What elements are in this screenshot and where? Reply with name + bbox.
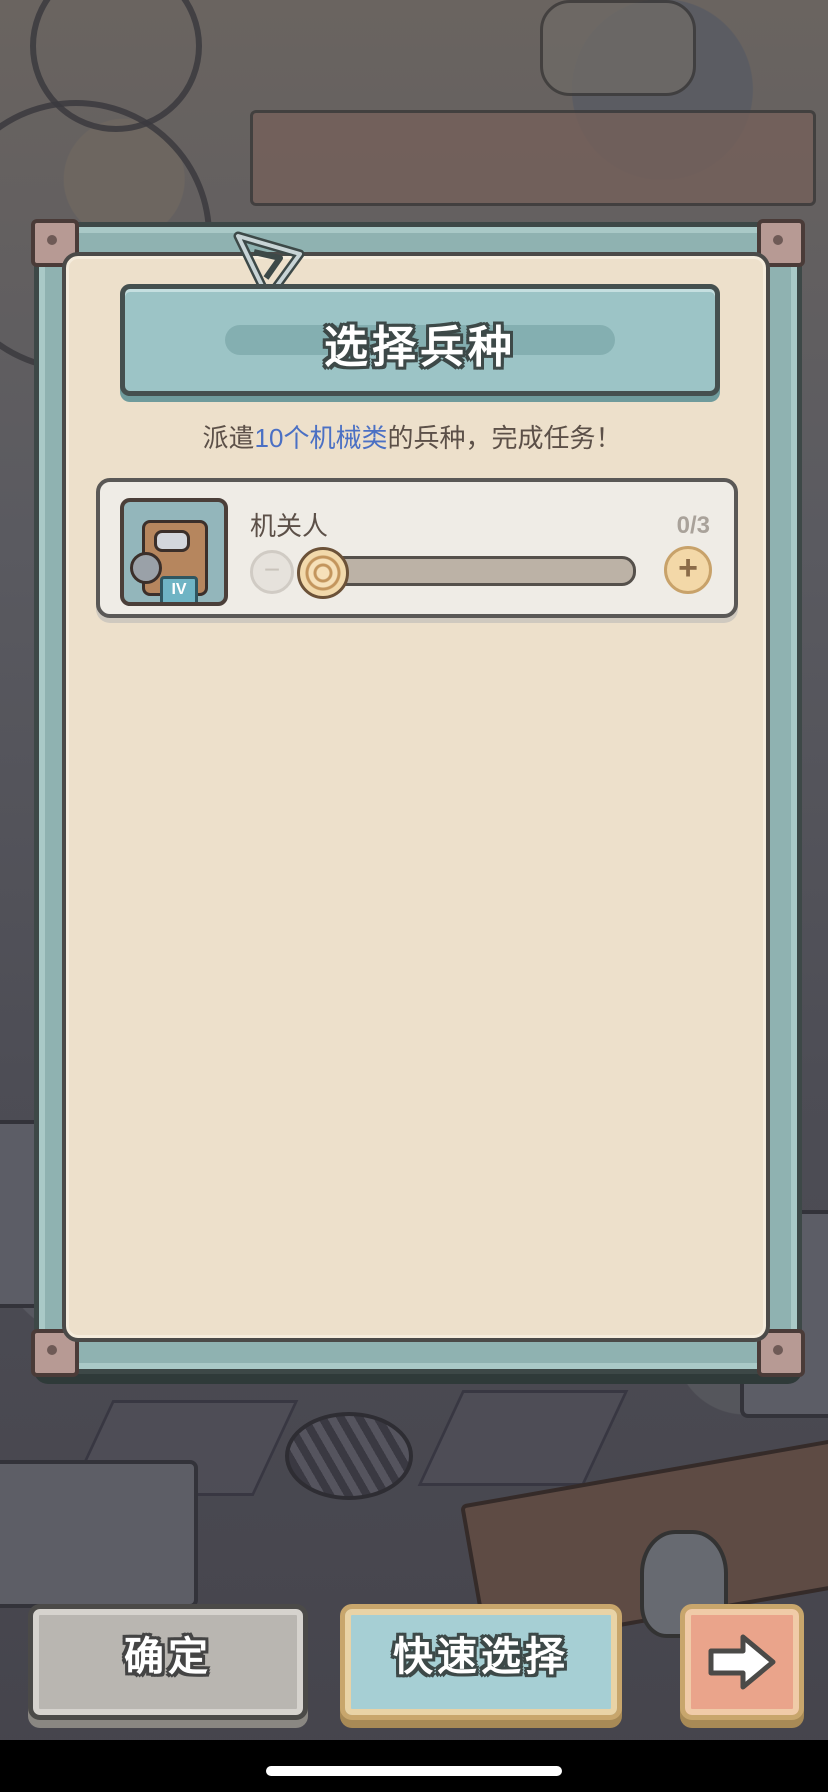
tier-badge: IV — [160, 576, 198, 602]
home-indicator[interactable] — [266, 1766, 562, 1776]
mission-description: 派遣10个机械类的兵种，完成任务！ — [62, 418, 762, 455]
gear-icon — [130, 552, 162, 584]
quick-select-button[interactable]: 快速选择 — [340, 1604, 622, 1720]
quantity-slider[interactable] — [297, 547, 636, 599]
confirm-button[interactable]: 确定 — [28, 1604, 308, 1720]
slider-knob[interactable] — [297, 547, 349, 599]
unit-card: IV 机关人 0/3 − + — [96, 478, 738, 618]
unit-name: 机关人 — [250, 511, 329, 541]
mission-suffix: 的兵种，完成任务！ — [387, 423, 622, 453]
unit-count: 0/3 — [676, 512, 710, 539]
arrow-right-icon — [708, 1634, 776, 1690]
decrease-button[interactable]: − — [250, 550, 294, 594]
next-button[interactable] — [680, 1604, 804, 1720]
system-bottom-bar — [0, 1740, 828, 1792]
increase-button[interactable]: + — [664, 546, 712, 594]
mission-prefix: 派遣 — [202, 423, 255, 453]
title-plate: 选择兵种 — [120, 284, 720, 396]
unit-avatar[interactable]: IV — [120, 498, 228, 606]
mission-highlight: 10个机械类 — [254, 423, 388, 453]
dialog-title: 选择兵种 — [324, 323, 516, 372]
dialog-paper — [62, 252, 770, 1342]
